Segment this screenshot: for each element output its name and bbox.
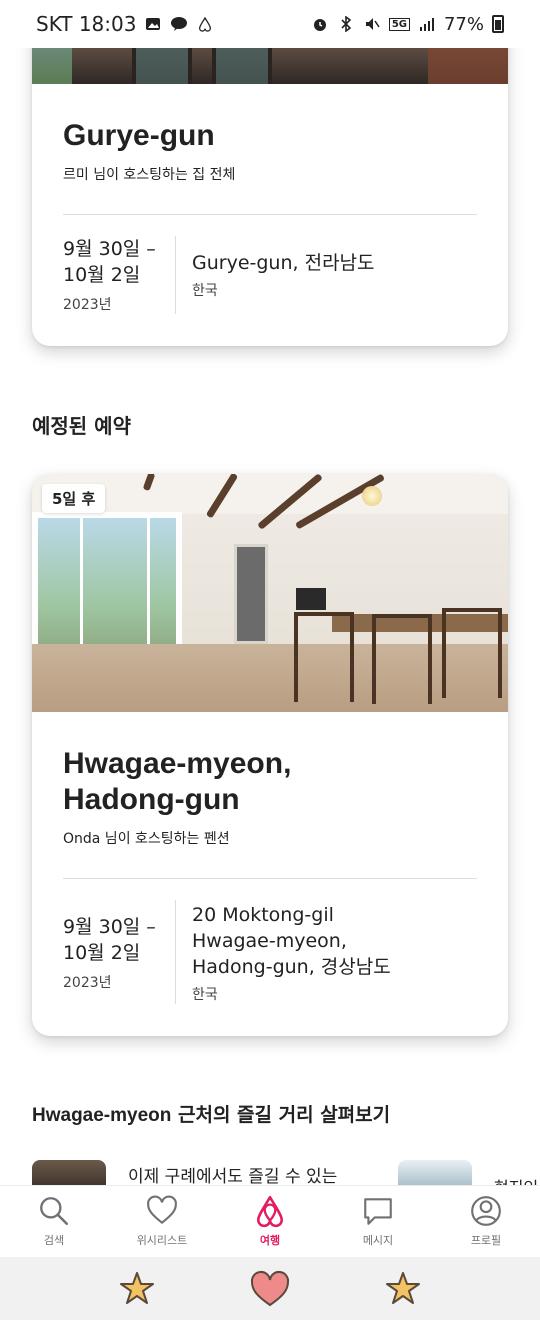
profile-icon [471,1196,501,1226]
upcoming-trip-title-line1: Hwagae-myeon, [63,747,292,780]
mute-icon [363,15,381,33]
explore-section-title: Hwagae-myeon 근처의 즐길 거리 살펴보기 [32,1104,391,1126]
bluetooth-icon [337,15,355,33]
upcoming-trip-address: 20 Moktong-gil Hwagae-myeon, Hadong-gun,… [192,904,391,1003]
system-nav-bar [0,1257,540,1320]
airbnb-logo-icon [257,1195,283,1228]
past-trip-card[interactable]: Gurye-gun 르미 님이 호스팅하는 집 전체 9월 30일 – 10월 … [32,0,508,346]
tab-label: 프로필 [470,1234,502,1247]
carrier-time: SKT 18:03 [36,12,137,36]
upcoming-trip-host: Onda 님이 호스팅하는 펜션 [63,831,230,847]
upcoming-trip-title-line2: Hadong-gun [63,783,240,816]
battery-percent: 77% [443,13,484,35]
signal-icon [418,15,436,33]
tab-messages[interactable]: 메시지 [333,1194,423,1248]
upcoming-section-title: 예정된 예약 [32,414,131,438]
network-type: 5G [388,17,410,31]
divider [63,214,477,215]
status-bar: SKT 18:03 5G 77% [0,0,540,48]
message-icon [364,1198,392,1225]
experience-thumbnail[interactable] [32,1160,106,1185]
tab-search[interactable]: 검색 [9,1194,99,1248]
upcoming-trip-dates: 9월 30일 – 10월 2일 2023년 [63,916,156,991]
gallery-icon [144,15,162,33]
tab-trips[interactable]: 여행 [225,1194,315,1248]
past-trip-title: Gurye-gun [63,119,215,152]
experience-title[interactable]: 이제 구례에서도 즐길 수 있는 [128,1162,337,1185]
tab-label: 검색 [43,1234,65,1247]
heart-icon [250,1270,289,1306]
search-icon [40,1197,69,1226]
upcoming-trip-card[interactable]: 5일 후 Hwagae-myeon, Hadong-gun Onda 님이 호스… [32,474,508,1036]
airbnb-notification-icon [196,15,214,33]
past-trip-dates: 9월 30일 – 10월 2일 2023년 [63,238,156,313]
divider [63,878,477,879]
days-until-badge: 5일 후 [42,484,106,513]
star-icon [386,1271,421,1304]
bottom-tab-bar: 검색 위시리스트 여행 메시지 프로필 [0,1185,540,1257]
tab-label: 위시리스트 [136,1234,188,1247]
experience-title[interactable]: 현지인 [494,1174,538,1185]
experience-thumbnail[interactable] [398,1160,472,1185]
talk-icon [170,15,188,33]
tab-wishlists[interactable]: 위시리스트 [117,1194,207,1248]
back-button[interactable] [381,1267,425,1311]
star-icon [119,1271,154,1304]
tab-profile[interactable]: 프로필 [441,1194,531,1248]
listing-photo: 5일 후 [32,474,508,712]
battery-icon [492,15,504,33]
home-button[interactable] [248,1267,292,1311]
past-trip-address: Gurye-gun, 전라남도 한국 [192,252,375,299]
alarm-icon [311,15,329,33]
tab-label: 여행 [259,1234,281,1247]
recent-apps-button[interactable] [115,1267,159,1311]
explore-carousel[interactable]: 이제 구례에서도 즐길 수 있는 현지인 [32,1160,540,1185]
trips-scroll-content[interactable]: Gurye-gun 르미 님이 호스팅하는 집 전체 9월 30일 – 10월 … [0,0,540,1185]
tab-label: 메시지 [362,1234,394,1247]
heart-icon [147,1195,177,1225]
past-trip-host: 르미 님이 호스팅하는 집 전체 [63,167,236,183]
